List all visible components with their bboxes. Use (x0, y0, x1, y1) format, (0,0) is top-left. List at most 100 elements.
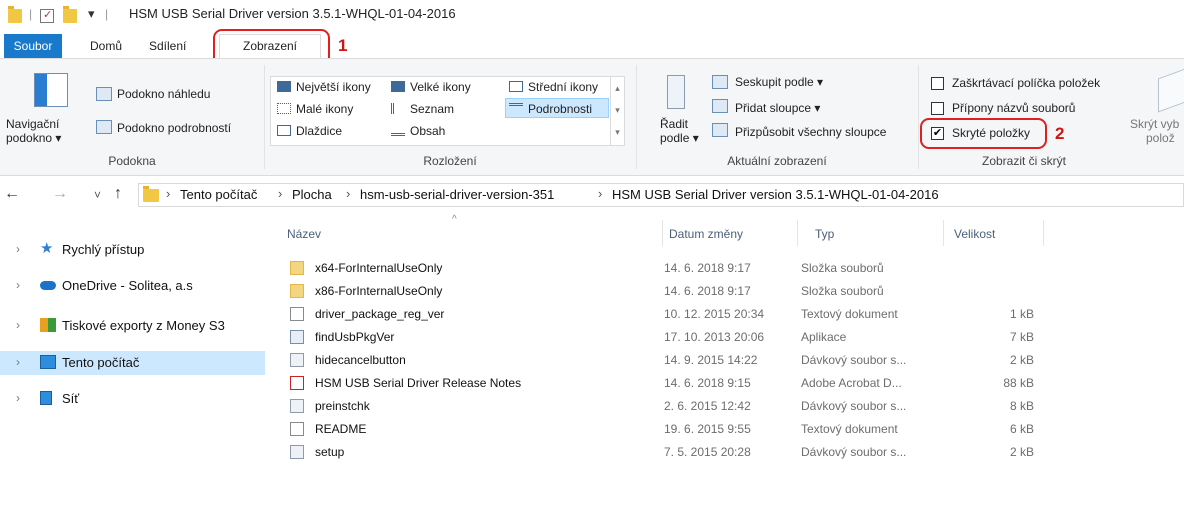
star-icon: ★ (40, 240, 54, 257)
preview-pane-icon (96, 87, 112, 101)
layout-details[interactable]: Podrobnosti (505, 98, 609, 118)
breadcrumb-current-folder[interactable]: HSM USB Serial Driver version 3.5.1-WHQL… (612, 187, 939, 202)
column-divider[interactable] (943, 220, 944, 246)
file-size: 6 kB (1009, 422, 1034, 436)
file-type: Aplikace (801, 330, 847, 344)
breadcrumb-this-pc[interactable]: Tento počítač (180, 187, 257, 202)
gallery-scroll[interactable]: ▴ ▾ ▾ (610, 77, 624, 145)
file-row[interactable]: README 19. 6. 2015 9:55 Textový dokument… (282, 417, 1044, 441)
computer-icon (40, 355, 56, 369)
annotation-box-hidden-items (920, 118, 1047, 149)
details-pane-button[interactable]: Podokno podrobností (117, 121, 231, 135)
file-row[interactable]: preinstchk 2. 6. 2015 12:42 Dávkový soub… (282, 394, 1044, 418)
group-by-icon (712, 75, 728, 89)
address-bar: ← → ˅ ↑ › Tento počítač › Plocha › hsm-u… (0, 180, 1184, 210)
layout-medium-icons[interactable]: Střední ikony (509, 77, 598, 97)
column-divider[interactable] (662, 220, 663, 246)
file-extensions-label: Přípony názvů souborů (952, 101, 1076, 115)
recent-locations-button[interactable]: ˅ (94, 188, 101, 202)
nav-item-money-exports[interactable]: › Tiskové exporty z Money S3 (0, 314, 265, 338)
layout-list[interactable]: Seznam (391, 99, 454, 119)
navigation-pane-button[interactable]: Navigační (6, 117, 59, 131)
hide-selected-button-label2[interactable]: polož (1146, 131, 1175, 145)
column-header-size[interactable]: Velikost (954, 227, 995, 241)
properties-icon[interactable]: ✓ (40, 9, 54, 23)
file-row[interactable]: findUsbPkgVer 17. 10. 2013 20:06 Aplikac… (282, 325, 1044, 349)
file-type: Adobe Acrobat D... (801, 376, 902, 390)
layout-large-icons[interactable]: Velké ikony (391, 77, 471, 97)
tab-file[interactable]: Soubor (4, 34, 62, 58)
sort-by-button[interactable]: Řadit (660, 117, 688, 131)
column-header-type[interactable]: Typ (815, 227, 834, 241)
up-button[interactable]: ↑ (114, 185, 122, 203)
hide-selected-button[interactable]: Skrýt vyb (1130, 117, 1179, 131)
network-icon (40, 391, 52, 405)
add-columns-button[interactable]: Přidat sloupce ▾ (735, 101, 820, 115)
breadcrumb-desktop[interactable]: Plocha (292, 187, 332, 202)
customize-toolbar-icon[interactable]: ▾ (88, 6, 95, 22)
back-button[interactable]: ← (4, 185, 20, 203)
file-row[interactable]: x64-ForInternalUseOnly 14. 6. 2018 9:17 … (282, 256, 1044, 280)
file-date: 14. 6. 2018 9:15 (664, 376, 751, 390)
file-date: 19. 6. 2015 9:55 (664, 422, 751, 436)
hide-selected-icon[interactable] (1158, 67, 1184, 113)
file-extensions-checkbox[interactable] (931, 102, 944, 115)
file-name: preinstchk (315, 399, 370, 413)
file-name: driver_package_reg_ver (315, 307, 445, 321)
folder-icon (143, 186, 159, 202)
file-name: setup (315, 445, 345, 459)
tab-home[interactable]: Domů (82, 35, 130, 57)
sort-by-button-label2[interactable]: podle ▾ (660, 131, 699, 145)
file-row[interactable]: x86-ForInternalUseOnly 14. 6. 2018 9:17 … (282, 279, 1044, 303)
tab-share[interactable]: Sdílení (141, 35, 194, 57)
breadcrumb-separator[interactable]: › (346, 186, 350, 201)
separator: | (29, 7, 33, 21)
new-folder-icon[interactable] (63, 6, 77, 23)
fit-columns-icon (712, 123, 728, 137)
file-name: hidecancelbutton (315, 353, 406, 367)
pdf-icon (290, 376, 304, 390)
column-divider[interactable] (1043, 220, 1044, 246)
layout-small-icons[interactable]: Malé ikony (277, 99, 353, 119)
layout-content[interactable]: Obsah (391, 121, 445, 141)
file-date: 17. 10. 2013 20:06 (664, 330, 765, 344)
breadcrumb-driver-folder[interactable]: hsm-usb-serial-driver-version-351 (360, 187, 554, 202)
ribbon: Navigační podokno ▾ Podokno náhledu Podo… (0, 58, 1184, 176)
nav-item-this-pc[interactable]: › Tento počítač (0, 351, 265, 375)
item-checkboxes-checkbox[interactable] (931, 77, 944, 90)
layout-extra-large-icons[interactable]: Největší ikony (277, 77, 371, 97)
file-name: x64-ForInternalUseOnly (315, 261, 443, 275)
file-row[interactable]: driver_package_reg_ver 10. 12. 2015 20:3… (282, 302, 1044, 326)
fit-columns-button[interactable]: Přizpůsobit všechny sloupce (735, 125, 886, 139)
app-folder-icon (40, 318, 56, 332)
preview-pane-button[interactable]: Podokno náhledu (117, 87, 210, 101)
file-type: Složka souborů (801, 284, 884, 298)
layout-tiles[interactable]: Dlaždice (277, 121, 342, 141)
breadcrumb-separator[interactable]: › (166, 186, 170, 201)
navigation-pane-icon[interactable] (34, 73, 68, 107)
group-label-show-hide: Zobrazit či skrýt (981, 154, 1066, 168)
breadcrumb-separator[interactable]: › (598, 186, 602, 201)
separator: | (105, 7, 109, 21)
column-header-date[interactable]: Datum změny (669, 227, 743, 241)
nav-item-network[interactable]: › Síť (0, 387, 265, 411)
item-checkboxes-label: Zaškrtávací políčka položek (952, 76, 1101, 90)
breadcrumb-separator[interactable]: › (278, 186, 282, 201)
file-type: Textový dokument (801, 307, 898, 321)
file-name: README (315, 422, 367, 436)
nav-item-onedrive[interactable]: › OneDrive - Solitea, a.s (0, 274, 265, 298)
batch-file-icon (290, 353, 304, 367)
column-divider[interactable] (797, 220, 798, 246)
file-type: Dávkový soubor s... (801, 353, 907, 367)
nav-item-quick-access[interactable]: › ★ Rychlý přístup (0, 238, 265, 262)
file-row[interactable]: setup 7. 5. 2015 20:28 Dávkový soubor s.… (282, 440, 1044, 464)
file-date: 14. 6. 2018 9:17 (664, 261, 751, 275)
file-row[interactable]: HSM USB Serial Driver Release Notes 14. … (282, 371, 1044, 395)
navigation-pane-button-label2[interactable]: podokno ▾ (6, 131, 61, 145)
sort-by-icon[interactable] (667, 75, 685, 109)
file-size: 1 kB (1009, 307, 1034, 321)
file-row[interactable]: hidecancelbutton 14. 9. 2015 14:22 Dávko… (282, 348, 1044, 372)
column-header-name[interactable]: Název (287, 227, 321, 241)
forward-button[interactable]: → (52, 185, 68, 203)
group-by-button[interactable]: Seskupit podle ▾ (735, 75, 823, 89)
